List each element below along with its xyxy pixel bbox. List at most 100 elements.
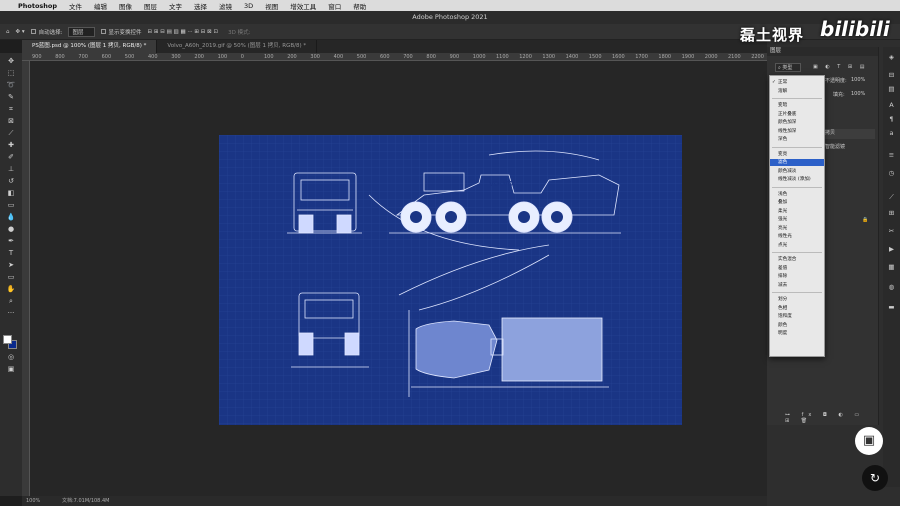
menu-plugins[interactable]: 增效工具 bbox=[284, 1, 322, 11]
tab-volvo-gif[interactable]: Volvo_A60h_2019.gif @ 50% (图层 1 拷贝, RGB/… bbox=[157, 40, 318, 53]
history-brush-icon[interactable]: ↺ bbox=[6, 177, 16, 185]
blend-mode-item[interactable]: 色相 bbox=[770, 305, 824, 312]
menu-filter[interactable]: 滤镜 bbox=[213, 1, 238, 11]
menu-image[interactable]: 图像 bbox=[113, 1, 138, 11]
type-tool-icon[interactable]: T bbox=[6, 249, 16, 257]
brush-tool-icon[interactable]: ✐ bbox=[6, 153, 16, 161]
menu-file[interactable]: 文件 bbox=[63, 1, 88, 11]
dodge-tool-icon[interactable]: ● bbox=[6, 225, 16, 233]
blend-mode-item[interactable]: 变暗 bbox=[770, 102, 824, 109]
swatches-icon[interactable]: ▦ bbox=[887, 263, 896, 272]
glyphs-icon[interactable]: a bbox=[887, 129, 896, 138]
menu-layer[interactable]: 图层 bbox=[138, 1, 163, 11]
blend-mode-item[interactable]: 叠加 bbox=[770, 199, 824, 206]
menu-window[interactable]: 窗口 bbox=[322, 1, 347, 11]
fill-value[interactable]: 100% bbox=[851, 91, 865, 97]
blend-mode-item[interactable]: 线性加深 bbox=[770, 128, 824, 135]
more-tools-icon[interactable]: ··· bbox=[6, 309, 16, 317]
menu-edit[interactable]: 编辑 bbox=[88, 1, 113, 11]
eraser-icon[interactable]: ◧ bbox=[6, 189, 16, 197]
eyedropper-icon[interactable]: ⟋ bbox=[6, 129, 16, 137]
crop-tool-icon[interactable]: ⌗ bbox=[6, 105, 16, 113]
auto-select-dropdown[interactable]: 图层 bbox=[68, 26, 95, 37]
zoom-tool-icon[interactable]: ⌕ bbox=[6, 297, 16, 305]
show-transform-checkbox[interactable]: 显示变换控件 bbox=[100, 28, 142, 36]
layer-footer-icons[interactable]: ⊶ fx ◘ ◐ ▭ ⊞ 🗑 bbox=[785, 412, 878, 424]
brush-settings-icon[interactable]: ⟋ bbox=[887, 193, 896, 202]
zoom-level[interactable]: 100% bbox=[26, 496, 40, 506]
blend-mode-item[interactable]: 差值 bbox=[770, 265, 824, 272]
channels-icon[interactable]: ▬ bbox=[887, 303, 896, 312]
gradient-icon[interactable]: ▭ bbox=[6, 201, 16, 209]
vertical-ruler[interactable] bbox=[22, 61, 30, 496]
clone-stamp-icon[interactable]: ⊥ bbox=[6, 165, 16, 173]
quick-mask-icon[interactable]: ◎ bbox=[6, 353, 16, 361]
document-canvas[interactable]: VOLVO bbox=[219, 135, 682, 425]
opacity-value[interactable]: 100% bbox=[851, 77, 865, 83]
blend-mode-item[interactable]: 正片叠底 bbox=[770, 111, 824, 118]
align-icons[interactable]: ⊟ ⊞ ⊟ ▤ ▥ ▦ ··· ⊞ ⊟ ⊠ ⊡ bbox=[148, 29, 219, 35]
menu-3d[interactable]: 3D bbox=[238, 2, 259, 10]
libraries-icon[interactable]: ▤ bbox=[887, 85, 896, 94]
play-icon[interactable]: ▶ bbox=[887, 245, 896, 254]
blend-mode-item[interactable]: 点光 bbox=[770, 242, 824, 249]
home-icon[interactable]: ⌂ bbox=[6, 29, 10, 35]
layers-icon[interactable]: ◈ bbox=[887, 53, 896, 62]
blend-mode-item[interactable]: 实色混合 bbox=[770, 256, 824, 263]
pen-tool-icon[interactable]: ✒ bbox=[6, 237, 16, 245]
menu-help[interactable]: 帮助 bbox=[347, 1, 372, 11]
blend-mode-item[interactable]: 颜色 bbox=[770, 322, 824, 329]
blur-tool-icon[interactable]: 💧 bbox=[6, 213, 16, 221]
blend-mode-item[interactable]: 变亮 bbox=[770, 151, 824, 158]
actions-icon[interactable]: ✂ bbox=[887, 227, 896, 236]
blend-mode-item[interactable]: 柔光 bbox=[770, 208, 824, 215]
quick-select-icon[interactable]: ✎ bbox=[6, 93, 16, 101]
menu-select[interactable]: 选择 bbox=[188, 1, 213, 11]
tool-presets-icon[interactable]: ⊞ bbox=[887, 209, 896, 218]
blend-mode-item[interactable]: 浅色 bbox=[770, 191, 824, 198]
menu-view[interactable]: 视图 bbox=[259, 1, 284, 11]
paragraph-icon[interactable]: ¶ bbox=[887, 115, 896, 124]
rectangle-tool-icon[interactable]: ▭ bbox=[6, 273, 16, 281]
blend-mode-item[interactable]: 亮光 bbox=[770, 225, 824, 232]
healing-brush-icon[interactable]: ✚ bbox=[6, 141, 16, 149]
blend-mode-item[interactable]: ✓ 正常 bbox=[770, 79, 824, 86]
layer-filter-dropdown[interactable]: ⌕ 类型 bbox=[775, 63, 802, 72]
layer-row-copy[interactable]: 拷贝 bbox=[825, 129, 875, 139]
blend-mode-item[interactable]: 深色 bbox=[770, 136, 824, 143]
path-select-icon[interactable]: ➤ bbox=[6, 261, 16, 269]
history-icon[interactable]: ◷ bbox=[887, 169, 896, 178]
blend-mode-item[interactable]: 排除 bbox=[770, 273, 824, 280]
lasso-tool-icon[interactable]: ➰ bbox=[6, 81, 16, 89]
tab-ps-blueprint[interactable]: PS蓝图.psd @ 100% (图层 1 拷贝, RGB/8) * bbox=[22, 40, 158, 53]
blend-mode-item[interactable]: 颜色加深 bbox=[770, 119, 824, 126]
screen-mode-icon[interactable]: ▣ bbox=[6, 365, 16, 373]
lock-icon[interactable]: 🔒 bbox=[862, 217, 868, 223]
blend-mode-item[interactable]: 线性光 bbox=[770, 233, 824, 240]
blend-mode-item[interactable]: 线性减淡 (添加) bbox=[770, 176, 824, 183]
hand-tool-icon[interactable]: ✋ bbox=[6, 285, 16, 293]
color-icon[interactable]: ◍ bbox=[887, 283, 896, 292]
character-icon[interactable]: A bbox=[887, 101, 896, 110]
foreground-color-swatch[interactable] bbox=[3, 335, 12, 344]
blend-mode-item[interactable]: 划分 bbox=[770, 296, 824, 303]
properties-icon[interactable]: ≡ bbox=[887, 151, 896, 160]
move-tool-icon[interactable]: ✥ ▾ bbox=[16, 29, 25, 35]
menu-photoshop[interactable]: Photoshop bbox=[16, 2, 63, 10]
layer-filter-icons[interactable]: ▣ ◐ T ⊞ ▤ bbox=[813, 64, 867, 70]
blend-mode-item[interactable]: 颜色减淡 bbox=[770, 168, 824, 175]
move-tool-icon[interactable]: ✥ bbox=[6, 57, 16, 65]
menu-type[interactable]: 文字 bbox=[163, 1, 188, 11]
frame-tool-icon[interactable]: ⊠ bbox=[6, 117, 16, 125]
refresh-icon[interactable]: ↻ bbox=[862, 465, 888, 491]
horizontal-ruler[interactable]: 900 800 700 600 500 400 300 200 100 0 100 200 300 400… bbox=[22, 53, 784, 61]
marquee-tool-icon[interactable]: ⬚ bbox=[6, 69, 16, 77]
blend-mode-item[interactable]: 溶解 bbox=[770, 88, 824, 95]
blend-mode-item[interactable]: 减去 bbox=[770, 282, 824, 289]
blend-mode-item[interactable]: 滤色 bbox=[770, 159, 824, 166]
blend-mode-item[interactable]: 饱和度 bbox=[770, 313, 824, 320]
auto-select-checkbox[interactable]: 自动选择: bbox=[30, 28, 62, 36]
adjustments-icon[interactable]: ⊟ bbox=[887, 71, 896, 80]
blend-mode-item[interactable]: 强光 bbox=[770, 216, 824, 223]
blend-mode-item[interactable]: 明度 bbox=[770, 330, 824, 337]
